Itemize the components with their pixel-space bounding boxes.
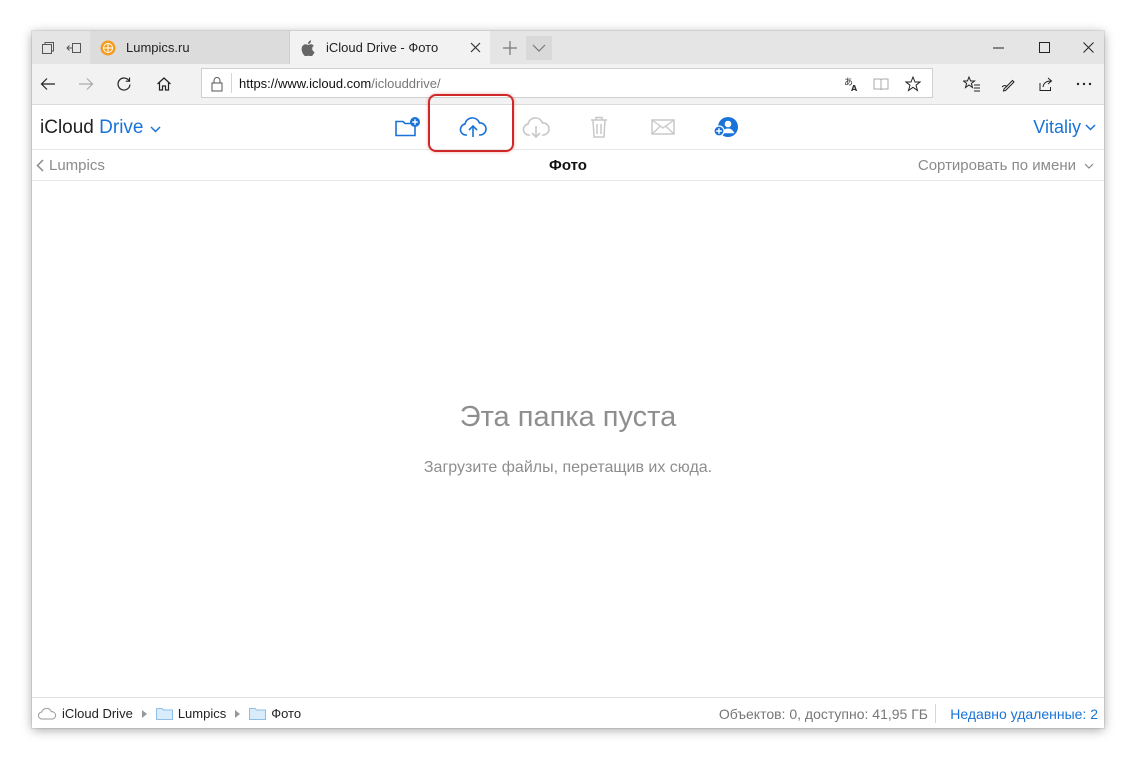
maximize-icon[interactable] [1021,31,1067,64]
breadcrumb-item-lumpics[interactable]: Lumpics [155,706,226,721]
user-menu[interactable]: Vitaliy [1033,117,1096,138]
share-icon[interactable] [1030,68,1062,100]
breadcrumb-arrow-icon [235,709,241,718]
delete-button[interactable] [582,111,616,143]
favorite-star-icon[interactable] [904,75,922,93]
new-folder-button[interactable] [391,111,425,143]
set-tabs-aside-icon[interactable] [60,31,88,64]
chevron-down-icon [1084,163,1094,169]
home-icon[interactable] [148,68,180,100]
address-bar[interactable]: https://www.icloud.com/iclouddrive/ あA [201,68,933,98]
footer-separator [935,704,936,723]
minimize-icon[interactable] [975,31,1021,64]
browser-window: Lumpics.ru iCloud Drive - Фото https://w… [32,31,1104,728]
back-arrow-icon[interactable] [32,68,64,100]
trash-icon [591,116,607,138]
download-button[interactable] [519,111,553,143]
icloud-drive-header: iCloud Drive Vitaliy [32,94,1104,152]
tab-strip: Lumpics.ru iCloud Drive - Фото [32,31,1104,64]
footer-breadcrumb: iCloud Drive Lumpics Фото [38,706,301,721]
new-folder-icon [395,117,420,137]
apple-favicon-icon [300,39,316,56]
empty-folder-hint: Загрузите файлы, перетащив их сюда. [423,459,713,476]
breadcrumb-item-foto[interactable]: Фото [249,706,301,721]
pen-notes-icon[interactable] [993,68,1025,100]
chevron-down-icon[interactable] [526,36,552,60]
mail-button[interactable] [646,111,680,143]
folder-icon [249,708,267,720]
upload-highlight-frame [428,94,514,152]
mail-icon [651,119,675,135]
add-person-icon [713,117,738,137]
tab-label: Lumpics.ru [126,40,190,55]
tab-icloud-drive[interactable]: iCloud Drive - Фото [290,31,490,64]
translate-icon[interactable]: あA [843,75,861,93]
refresh-icon[interactable] [108,68,140,100]
address-separator [231,73,232,93]
empty-folder-title: Эта папка пуста [459,401,677,433]
close-window-icon[interactable] [1065,31,1104,64]
share-folder-button[interactable] [710,111,744,143]
favorites-hub-icon[interactable] [956,68,988,100]
status-footer: iCloud Drive Lumpics Фото Объектов: 0, д… [32,697,1104,728]
address-toolbar: https://www.icloud.com/iclouddrive/ あA [32,64,1104,105]
close-tab-icon[interactable] [468,40,482,54]
cloud-icon [38,707,57,720]
forward-arrow-icon[interactable] [70,68,102,100]
lumpics-favicon-icon [100,40,116,56]
tab-label: iCloud Drive - Фото [326,40,439,55]
tab-preview-icon[interactable] [34,31,62,64]
breadcrumb-item-icloud-drive[interactable]: iCloud Drive [38,706,133,721]
svg-text:A: A [851,84,858,92]
icloud-drive-app-switcher[interactable]: iCloud Drive [40,117,161,139]
folder-icon [155,708,173,720]
url-text[interactable]: https://www.icloud.com/iclouddrive/ [239,76,441,91]
sort-dropdown[interactable]: Сортировать по имени [918,157,1094,174]
breadcrumb-arrow-icon [141,709,147,718]
more-options-icon[interactable] [1068,68,1100,100]
chevron-down-icon [1085,124,1096,131]
download-cloud-icon [522,117,550,139]
reading-view-icon[interactable] [872,75,890,93]
lock-icon [211,77,223,92]
storage-status: Объектов: 0, доступно: 41,95 ГБ [718,706,928,722]
chevron-down-icon [150,126,161,133]
tab-lumpics[interactable]: Lumpics.ru [90,31,290,64]
new-tab-icon[interactable] [496,31,524,64]
recently-deleted-link[interactable]: Недавно удаленные: 2 [950,706,1098,722]
folder-subheader: Lumpics Фото Сортировать по имени [32,150,1104,181]
